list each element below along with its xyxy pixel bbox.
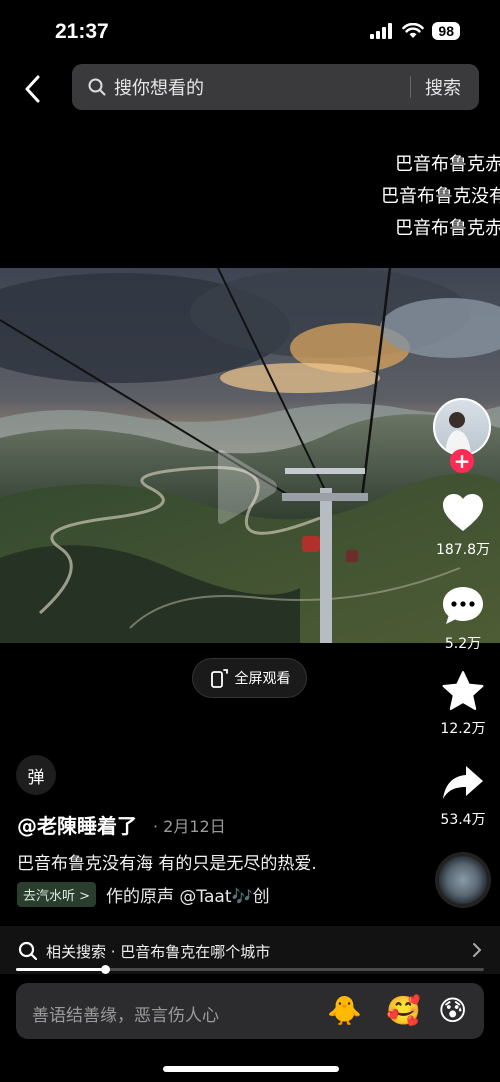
search-divider <box>410 76 411 98</box>
follow-button[interactable]: + <box>450 449 474 473</box>
search-input[interactable]: 搜你想看的 <box>114 74 410 100</box>
emoji-chick-button[interactable]: 🐥 <box>327 994 362 1027</box>
music-app-tag[interactable]: 去汽水听 > <box>17 882 97 907</box>
post-description: 巴音布鲁克没有海 有的只是无尽的热爱. <box>17 854 317 874</box>
music-disc[interactable] <box>435 852 491 908</box>
fullscreen-label: 全屏观看 <box>234 671 291 687</box>
comment-button[interactable]: 5.2万 <box>432 585 494 653</box>
signal-icon <box>370 23 393 39</box>
music-row[interactable]: 去汽水听 > 作的原声 @Taat🎶创 <box>17 882 270 907</box>
search-icon <box>88 78 106 96</box>
status-icons: 98 <box>370 22 460 40</box>
share-icon <box>443 766 483 799</box>
person-icon <box>445 412 471 454</box>
search-icon <box>18 941 38 961</box>
chevron-left-icon <box>25 75 40 103</box>
comment-count: 5.2万 <box>444 636 482 652</box>
chevron-right-icon <box>473 943 482 957</box>
danmaku-toggle-label: 弹 <box>27 767 45 788</box>
emoji-hug-button[interactable]: 🥰 <box>386 994 421 1027</box>
comment-placeholder: 善语结善缘，恶言伤人心 <box>32 1006 219 1026</box>
favorite-count: 12.2万 <box>440 721 486 737</box>
favorite-button[interactable]: 12.2万 <box>432 670 494 738</box>
like-button[interactable]: 187.8万 <box>432 493 494 559</box>
danmaku-comment: 巴音布鲁克赤 <box>395 218 500 239</box>
author-avatar[interactable] <box>433 398 491 456</box>
danmaku-toggle-button[interactable]: 弹 <box>16 755 56 795</box>
back-button[interactable] <box>18 72 46 106</box>
comment-icon <box>443 587 483 624</box>
author-name[interactable]: @老陳睡着了 <box>17 810 137 839</box>
search-button[interactable]: 搜索 <box>425 74 461 100</box>
progress-knob[interactable] <box>101 965 110 974</box>
home-indicator <box>163 1066 339 1072</box>
emoji-worried-button[interactable]: 😰 <box>438 994 467 1027</box>
wifi-icon <box>402 23 425 38</box>
post-date: · 2月12日 <box>153 817 226 836</box>
play-icon[interactable] <box>210 448 280 526</box>
related-search-text[interactable]: 相关搜索 · 巴音布鲁克在哪个城市 <box>46 941 270 962</box>
like-count: 187.8万 <box>435 542 491 558</box>
share-button[interactable]: 53.4万 <box>432 763 494 829</box>
plus-icon: + <box>453 449 471 473</box>
progress-fill <box>16 968 105 971</box>
danmaku-comment: 巴音布鲁克没有 <box>381 186 500 207</box>
fullscreen-icon <box>210 669 228 688</box>
heart-icon <box>443 494 483 531</box>
fullscreen-button[interactable]: 全屏观看 <box>192 658 307 698</box>
share-count: 53.4万 <box>440 812 486 828</box>
music-title: 作的原声 @Taat🎶创 <box>106 887 270 907</box>
danmaku-comment: 巴音布鲁克赤 <box>395 154 500 175</box>
search-bar[interactable]: 搜你想看的 搜索 <box>72 64 479 110</box>
star-icon <box>442 671 484 710</box>
battery-indicator: 98 <box>432 22 460 40</box>
status-time: 21:37 <box>55 20 109 43</box>
